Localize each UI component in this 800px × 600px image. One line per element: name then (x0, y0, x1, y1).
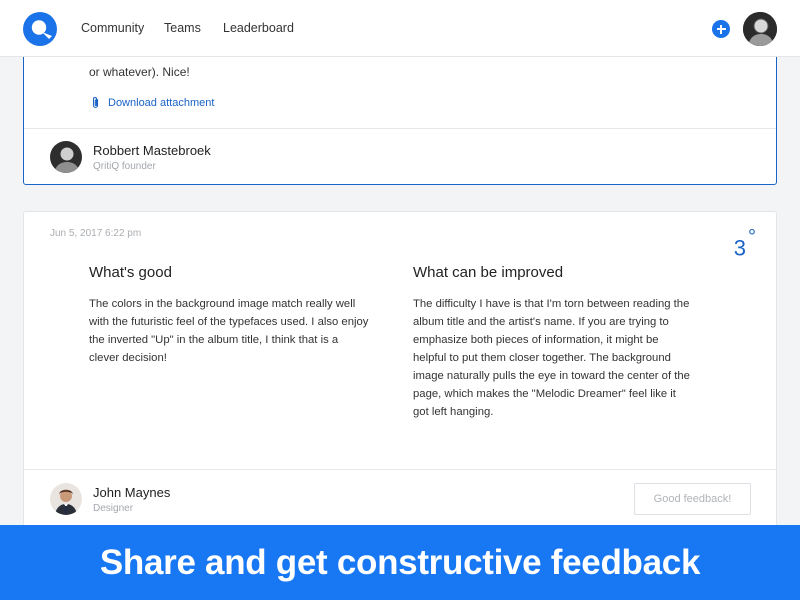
card-divider (24, 128, 776, 129)
review-author: Robbert Mastebroek QritiQ founder (50, 141, 211, 173)
qritiq-logo-icon[interactable] (23, 12, 57, 46)
rating-suffix: ° (748, 226, 756, 248)
review-date: Jun 5, 2017 6:22 pm (50, 228, 142, 239)
whats-good-section: What's good The colors in the background… (89, 264, 369, 367)
author-name[interactable]: Robbert Mastebroek (93, 143, 211, 158)
rating-value: 3 (733, 235, 746, 261)
nav-link-community[interactable]: Community (81, 21, 144, 35)
author-name[interactable]: John Maynes (93, 485, 170, 500)
review-rating: 3 ° (733, 226, 756, 261)
whats-good-heading: What's good (89, 264, 172, 281)
download-attachment-link[interactable]: Download attachment (91, 96, 214, 109)
can-improve-heading: What can be improved (413, 264, 564, 281)
user-avatar[interactable] (743, 12, 777, 46)
banner-text: Share and get constructive feedback (99, 542, 701, 582)
whats-good-text: The colors in the background image match… (89, 298, 369, 364)
can-improve-section: What can be improved The difficulty I ha… (413, 264, 693, 421)
add-plus-icon[interactable] (712, 20, 730, 38)
attachment-label: Download attachment (108, 96, 215, 109)
avatar-photo-icon (50, 141, 82, 173)
nav-link-leaderboard[interactable]: Leaderboard (223, 21, 294, 35)
top-navigation: Community Teams Leaderboard (0, 0, 800, 57)
paperclip-icon (92, 97, 99, 109)
author-avatar[interactable] (50, 141, 82, 173)
promo-banner: Share and get constructive feedback (0, 525, 800, 600)
card-divider (24, 469, 776, 470)
author-avatar[interactable] (50, 483, 82, 515)
avatar-photo-icon (743, 12, 777, 46)
good-feedback-button[interactable]: Good feedback! (634, 483, 751, 515)
review-card: Jun 5, 2017 6:22 pm 3 ° What's good The c… (23, 211, 777, 531)
review-body-text: or whatever). Nice! (89, 65, 190, 79)
avatar-photo-icon (50, 483, 82, 515)
author-role: Designer (93, 502, 134, 514)
nav-link-teams[interactable]: Teams (164, 21, 201, 35)
can-improve-text: The difficulty I have is that I'm torn b… (413, 298, 690, 418)
review-author: John Maynes Designer (50, 483, 170, 515)
author-role: QritiQ founder (93, 160, 156, 172)
